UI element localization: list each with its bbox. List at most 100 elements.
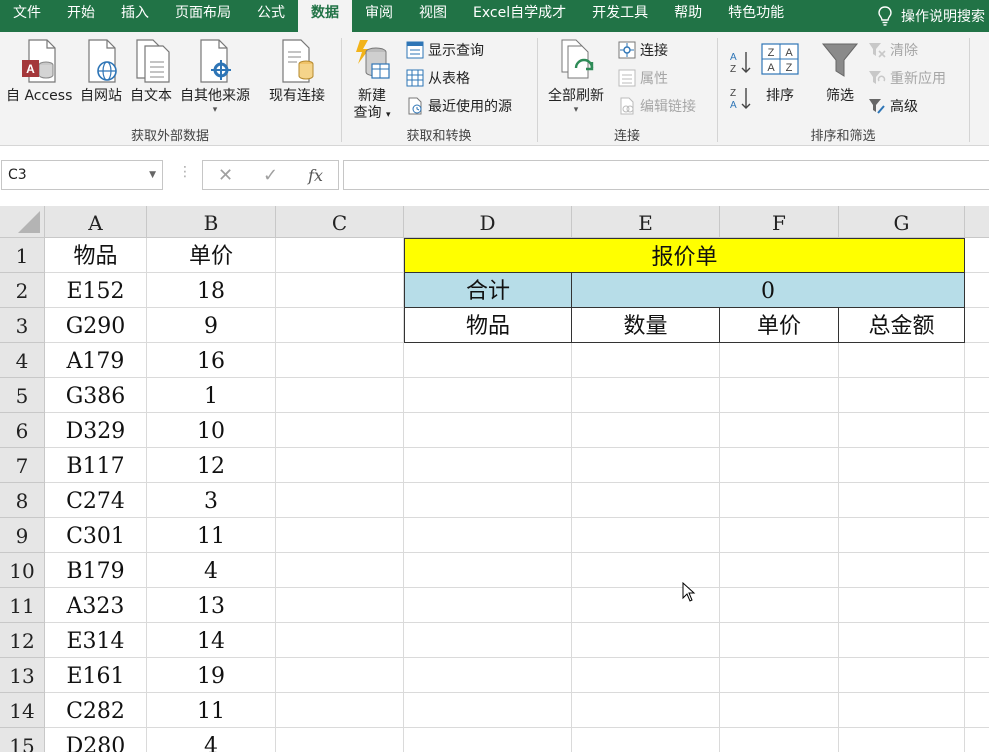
column-header-B[interactable]: B [147,206,276,238]
cell[interactable] [839,448,965,483]
cell[interactable] [839,553,965,588]
cell-item[interactable]: C301 [45,518,147,553]
row-header-4[interactable]: 4 [0,343,45,378]
cell[interactable] [965,658,989,693]
cell[interactable] [839,693,965,728]
cell-item[interactable]: D280 [45,728,147,752]
properties-button[interactable]: 属性 [618,68,668,88]
cell[interactable] [965,238,989,273]
name-box[interactable]: C3 ▼ [1,160,163,190]
cell[interactable] [404,413,572,448]
cell[interactable] [276,273,404,308]
row-header-10[interactable]: 10 [0,553,45,588]
row-header-15[interactable]: 15 [0,728,45,752]
connections-button[interactable]: 连接 [618,40,668,60]
existing-connections-button[interactable]: 现有连接 [269,38,325,105]
cell-b1-price-header[interactable]: 单价 [147,238,276,273]
quote-total-label-cell[interactable]: 合计 [404,273,572,308]
tab-10[interactable]: 帮助 [661,0,715,32]
cell[interactable] [276,553,404,588]
quote-header-cell[interactable]: 总金额 [839,308,965,343]
cell[interactable] [572,378,720,413]
from-other-sources-button[interactable]: 自其他来源 ▾ [180,38,250,115]
cell-price[interactable]: 4 [147,728,276,752]
sort-descending-icon[interactable]: Z A [730,86,752,110]
show-queries-button[interactable]: 显示查询 [406,40,484,60]
from-text-button[interactable]: 自文本 [130,38,172,105]
cell-item[interactable]: G386 [45,378,147,413]
cell[interactable] [720,518,839,553]
row-header-9[interactable]: 9 [0,518,45,553]
filter-button[interactable]: 筛选 [820,38,860,105]
cell[interactable] [276,413,404,448]
cell[interactable] [965,588,989,623]
cell[interactable] [276,343,404,378]
tab-8[interactable]: Excel自学成才 [460,0,579,32]
cell[interactable] [572,588,720,623]
tab-1[interactable]: 开始 [54,0,108,32]
cell-item[interactable]: E314 [45,623,147,658]
cell-price[interactable]: 18 [147,273,276,308]
cell-price[interactable]: 11 [147,693,276,728]
cell[interactable] [276,448,404,483]
tab-7[interactable]: 视图 [406,0,460,32]
formula-bar-grip-icon[interactable]: ⋮ [178,164,192,180]
tab-4[interactable]: 公式 [244,0,298,32]
cell[interactable] [572,448,720,483]
cell-item[interactable]: C282 [45,693,147,728]
cell-item[interactable]: D329 [45,413,147,448]
row-header-13[interactable]: 13 [0,658,45,693]
advanced-filter-button[interactable]: 高级 [868,96,918,116]
row-header-12[interactable]: 12 [0,623,45,658]
cell[interactable] [404,378,572,413]
column-header-C[interactable]: C [276,206,404,238]
tab-0[interactable]: 文件 [0,0,54,32]
cell[interactable] [404,448,572,483]
cell-price[interactable]: 9 [147,308,276,343]
cell-price[interactable]: 4 [147,553,276,588]
formula-input[interactable] [343,160,989,190]
cell[interactable] [720,728,839,752]
cell[interactable] [404,483,572,518]
cell[interactable] [276,658,404,693]
cell[interactable] [404,343,572,378]
cell[interactable] [572,553,720,588]
insert-function-icon[interactable]: fx [308,166,323,185]
cell-price[interactable]: 19 [147,658,276,693]
cell[interactable] [572,413,720,448]
cell[interactable] [965,693,989,728]
cell-item[interactable]: A323 [45,588,147,623]
cell[interactable] [404,728,572,752]
cell[interactable] [276,588,404,623]
cell[interactable] [572,693,720,728]
quote-total-value-cell[interactable]: 0 [572,273,965,308]
cell-item[interactable]: C274 [45,483,147,518]
cell-price[interactable]: 1 [147,378,276,413]
cell[interactable] [839,413,965,448]
tab-11[interactable]: 特色功能 [715,0,797,32]
cell[interactable] [404,518,572,553]
cell[interactable] [276,728,404,752]
cell[interactable] [572,343,720,378]
cell[interactable] [839,518,965,553]
cell[interactable] [276,378,404,413]
cell[interactable] [965,483,989,518]
chevron-down-icon[interactable]: ▼ [149,161,156,189]
cell[interactable] [276,238,404,273]
cell[interactable] [720,623,839,658]
worksheet-grid[interactable]: A B C D E F G 1 2 3 4 5 6 7 8 9 10 11 12 13 14 15 物品 单价 E152 18 G2… [0,206,989,752]
tab-2[interactable]: 插入 [108,0,162,32]
clear-filter-button[interactable]: 清除 [868,40,918,60]
cell[interactable] [276,483,404,518]
quote-title-cell[interactable]: 报价单 [404,238,965,273]
column-header-F[interactable]: F [720,206,839,238]
row-header-3[interactable]: 3 [0,308,45,343]
tab-3[interactable]: 页面布局 [162,0,244,32]
cell[interactable] [720,658,839,693]
quote-header-cell[interactable]: 单价 [720,308,839,343]
column-header-E[interactable]: E [572,206,720,238]
column-header-A[interactable]: A [45,206,147,238]
column-header-partial[interactable] [965,206,989,238]
confirm-entry-icon[interactable]: ✓ [263,165,278,186]
row-header-1[interactable]: 1 [0,238,45,273]
